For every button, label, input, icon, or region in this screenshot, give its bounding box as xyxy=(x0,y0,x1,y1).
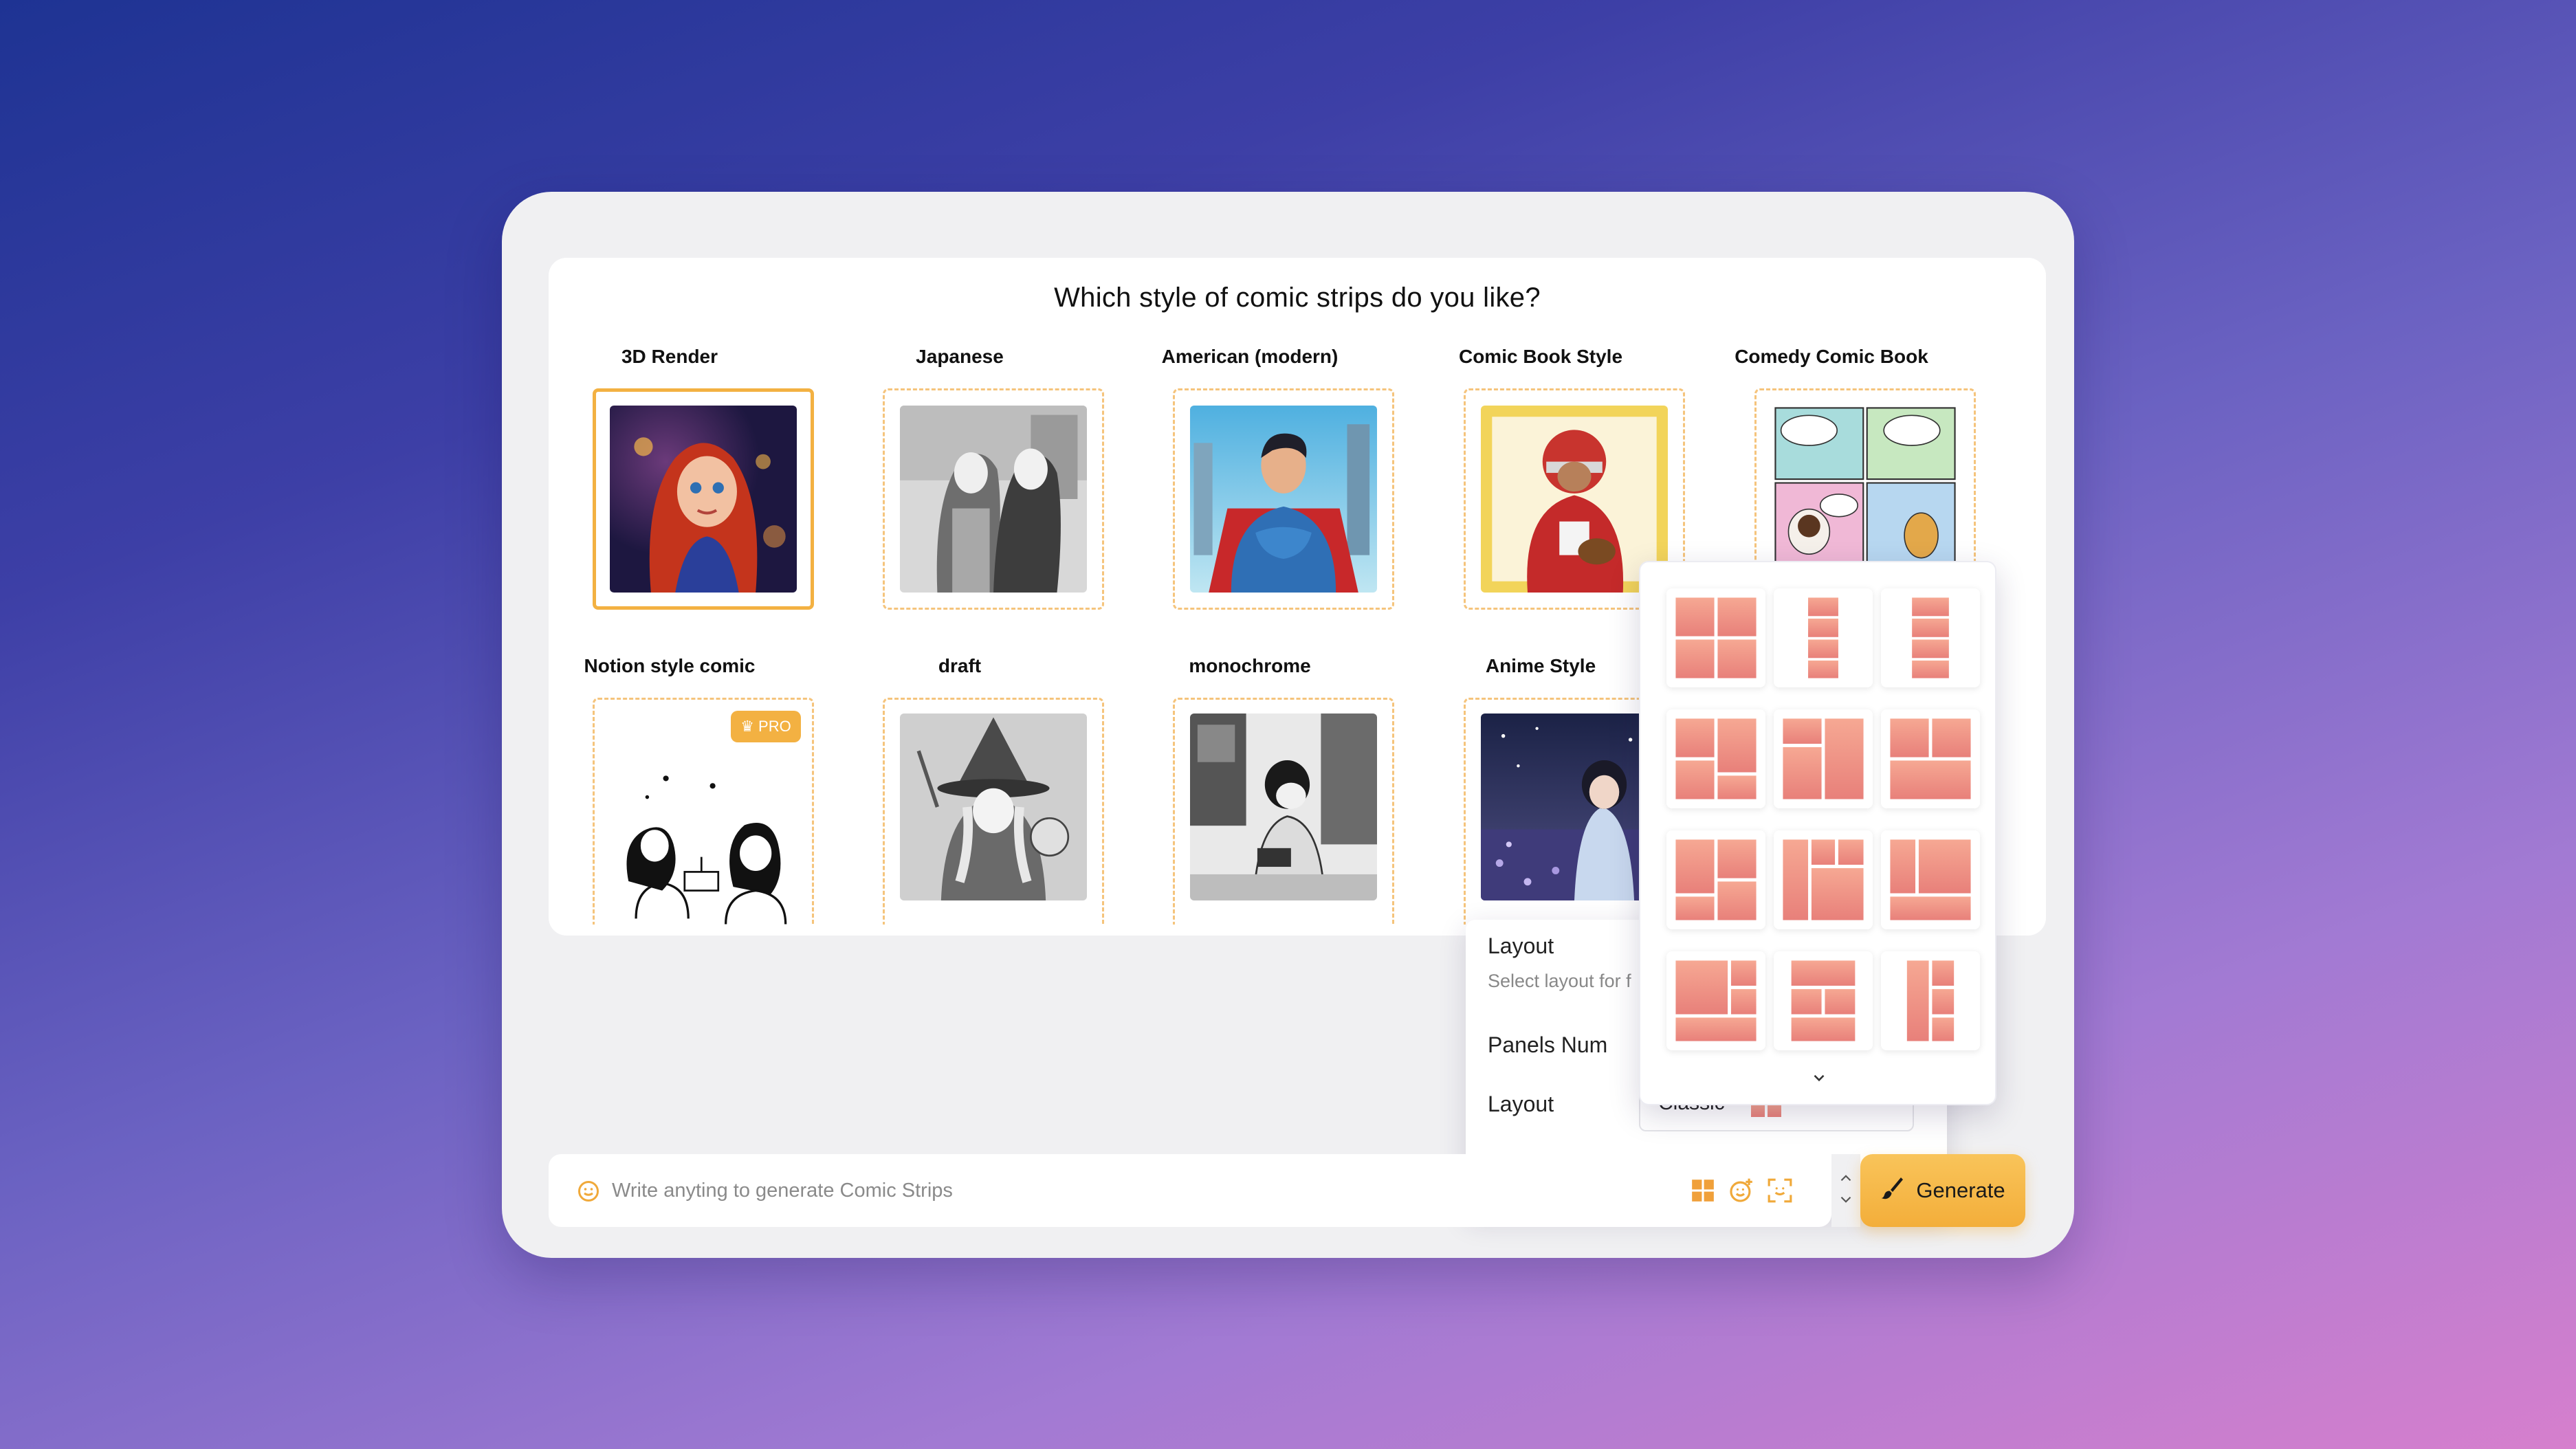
layout-option-mixed-7[interactable] xyxy=(1666,951,1765,1050)
prompt-bar xyxy=(549,1154,1831,1227)
style-card-japanese[interactable] xyxy=(883,388,1104,610)
style-thumb-comedy xyxy=(1772,404,1959,569)
style-thumb-notion xyxy=(610,741,797,928)
generate-label: Generate xyxy=(1916,1178,2005,1202)
layout-option-mixed-3[interactable] xyxy=(1881,709,1980,808)
layout-label: Layout xyxy=(1488,1092,1554,1116)
layout-more-chevron-icon[interactable] xyxy=(1805,1064,1833,1092)
pro-badge: ♛ PRO xyxy=(731,711,801,742)
layout-option-mixed-1[interactable] xyxy=(1666,709,1765,808)
prompt-input[interactable] xyxy=(612,1169,1574,1212)
style-card-notion[interactable]: ♛ PRO xyxy=(593,698,814,928)
layout-option-mixed-6[interactable] xyxy=(1881,830,1980,929)
style-label-comic-book: Comic Book Style xyxy=(1458,346,1623,367)
layout-subtitle: Select layout for f xyxy=(1488,971,1631,991)
panels-num-label: Panels Num xyxy=(1488,1032,1608,1057)
style-thumb-comic-book xyxy=(1481,406,1668,593)
layout-option-vertical-4-wide[interactable] xyxy=(1881,588,1980,687)
style-label-3d-render: 3D Render xyxy=(621,346,718,367)
style-card-draft[interactable] xyxy=(883,698,1104,925)
panel-title: Which style of comic strips do you like? xyxy=(1054,283,1541,313)
style-label-draft: draft xyxy=(938,655,982,676)
layout-option-mixed-8[interactable] xyxy=(1774,951,1873,1050)
style-thumb-draft xyxy=(900,714,1087,900)
layout-option-mixed-9[interactable] xyxy=(1881,951,1980,1050)
crown-icon: ♛ xyxy=(740,718,755,735)
style-label-notion: Notion style comic xyxy=(584,655,756,676)
emoji-add-icon[interactable] xyxy=(1727,1176,1756,1205)
face-scan-icon[interactable] xyxy=(1765,1176,1794,1205)
brush-icon xyxy=(1880,1175,1905,1206)
style-card-monochrome[interactable] xyxy=(1173,698,1394,925)
style-thumb-3d-render xyxy=(610,406,797,593)
style-label-american: American (modern) xyxy=(1161,346,1339,367)
magic-smiley-icon xyxy=(575,1177,602,1205)
style-card-3d-render[interactable] xyxy=(593,388,814,610)
layout-options-dropdown xyxy=(1639,561,1996,1105)
chevron-down-icon[interactable] xyxy=(1836,1191,1856,1212)
layout-grid-icon[interactable] xyxy=(1688,1176,1717,1205)
style-thumb-american xyxy=(1190,406,1377,593)
layout-option-vertical-4[interactable] xyxy=(1774,588,1873,687)
style-thumb-monochrome xyxy=(1190,714,1377,900)
layout-option-mixed-2[interactable] xyxy=(1774,709,1873,808)
layout-option-mixed-4[interactable] xyxy=(1666,830,1765,929)
style-label-comedy: Comedy Comic Book xyxy=(1735,346,1928,367)
layout-heading: Layout xyxy=(1488,933,1554,958)
style-label-japanese: Japanese xyxy=(916,346,1004,367)
app-window: Which style of comic strips do you like?… xyxy=(502,192,2074,1258)
style-thumb-japanese xyxy=(900,406,1087,593)
style-label-monochrome: monochrome xyxy=(1189,655,1311,676)
style-label-anime: Anime Style xyxy=(1485,655,1596,676)
layout-option-mixed-5[interactable] xyxy=(1774,830,1873,929)
stepper-arrows[interactable] xyxy=(1831,1154,1860,1227)
layout-option-classic[interactable] xyxy=(1666,588,1765,687)
chevron-up-icon[interactable] xyxy=(1836,1169,1856,1191)
style-card-american[interactable] xyxy=(1173,388,1394,610)
generate-button[interactable]: Generate xyxy=(1860,1154,2025,1227)
